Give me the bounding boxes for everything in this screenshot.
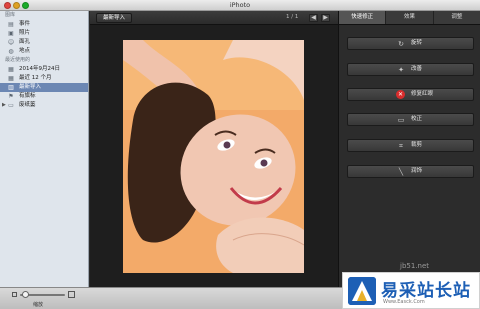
recent-heading: 最近使用的 xyxy=(5,57,31,63)
calendar-icon: ▦ xyxy=(8,75,14,82)
sidebar-item-label: 最近 12 个月 xyxy=(19,75,52,81)
tab-adjust[interactable]: 调整 xyxy=(434,11,480,24)
crop-button[interactable]: ⌗ 裁剪 xyxy=(347,139,474,152)
sidebar: 图库 ▤ 事件 ▣ 照片 ☺ 面孔 ◍ 地点 最近使用的 ▦ 2014年9月24… xyxy=(0,11,89,287)
trash-icon: ▭ xyxy=(8,102,14,109)
import-icon: ▥ xyxy=(8,84,14,91)
viewer-toolbar: 最新导入 1 / 1 ◀ ▶ xyxy=(90,11,338,25)
straighten-icon: ▭ xyxy=(397,116,405,124)
watermark-name: 易采站长站 xyxy=(381,281,471,301)
edit-panel: 快速修正 效果 调整 ↻ 旋转 ✦ 改善 ✕ 修复红眼 ▭ 校正 ⌗ 裁剪 ╲ … xyxy=(338,11,480,287)
site-watermark: jb51.net xyxy=(400,262,430,270)
retouch-icon: ╲ xyxy=(398,168,404,176)
events-icon: ▤ xyxy=(8,21,14,28)
zoom-slider-handle[interactable] xyxy=(21,291,29,298)
sidebar-item-label: 事件 xyxy=(19,21,31,27)
sidebar-item-label: 地点 xyxy=(19,48,31,54)
enhance-icon: ✦ xyxy=(398,66,404,74)
tool-label: 改善 xyxy=(411,66,423,72)
sidebar-item-faces[interactable]: ☺ 面孔 xyxy=(0,38,88,47)
sidebar-item-last-import[interactable]: ▥ 最新导入 xyxy=(0,83,88,92)
title-bar: iPhoto xyxy=(0,0,480,11)
sidebar-item-flagged[interactable]: ⚑ 有旗标 xyxy=(0,92,88,101)
sidebar-item-events[interactable]: ▤ 事件 xyxy=(0,20,88,29)
tab-effects[interactable]: 效果 xyxy=(386,11,434,24)
red-eye-button[interactable]: ✕ 修复红眼 xyxy=(347,88,474,101)
retouch-button[interactable]: ╲ 润饰 xyxy=(347,165,474,178)
tool-label: 校正 xyxy=(411,116,423,122)
photo-viewer: 最新导入 1 / 1 ◀ ▶ xyxy=(90,11,338,287)
window-title: iPhoto xyxy=(229,1,251,9)
tool-label: 裁剪 xyxy=(411,142,423,148)
red-eye-icon: ✕ xyxy=(396,90,405,99)
edit-tabs: 快速修正 效果 调整 xyxy=(339,11,480,25)
sidebar-item-last-12-months[interactable]: ▦ 最近 12 个月 xyxy=(0,74,88,83)
sidebar-item-label: 有旗标 xyxy=(19,93,36,99)
previous-photo-button[interactable]: ◀ xyxy=(309,14,318,22)
photos-icon: ▣ xyxy=(8,30,14,37)
straighten-button[interactable]: ▭ 校正 xyxy=(347,113,474,126)
easck-logo-icon xyxy=(348,277,376,305)
portrait-image xyxy=(123,40,304,273)
next-photo-button[interactable]: ▶ xyxy=(321,14,330,22)
tab-quick-fixes[interactable]: 快速修正 xyxy=(339,11,387,24)
flag-icon: ⚑ xyxy=(8,93,14,100)
zoom-in-icon xyxy=(68,291,75,298)
page-counter: 1 / 1 xyxy=(286,14,299,20)
sidebar-item-date[interactable]: ▦ 2014年9月24日 xyxy=(0,65,88,74)
zoom-out-icon xyxy=(12,292,17,297)
disclosure-triangle-icon[interactable]: ▶ xyxy=(2,101,6,110)
last-import-button[interactable]: 最新导入 xyxy=(96,13,133,23)
tool-label: 润饰 xyxy=(411,168,423,174)
sidebar-item-label: 照片 xyxy=(19,30,31,36)
places-icon: ◍ xyxy=(8,48,14,55)
photo[interactable] xyxy=(123,40,304,273)
tool-label: 修复红眼 xyxy=(411,91,434,97)
zoom-label: 缩放 xyxy=(33,302,44,308)
watermark-url: Www.Easck.Com xyxy=(383,299,425,305)
rotate-icon: ↻ xyxy=(398,40,404,48)
watermark-badge: 易采站长站 Www.Easck.Com xyxy=(342,272,480,309)
sidebar-item-label: 2014年9月24日 xyxy=(19,66,60,72)
rotate-button[interactable]: ↻ 旋转 xyxy=(347,37,474,50)
crop-icon: ⌗ xyxy=(399,142,403,150)
enhance-button[interactable]: ✦ 改善 xyxy=(347,63,474,76)
tool-label: 旋转 xyxy=(411,40,423,46)
sidebar-item-label: 面孔 xyxy=(19,39,31,45)
sidebar-item-label: 最新导入 xyxy=(19,84,42,90)
calendar-icon: ▦ xyxy=(8,66,14,73)
faces-icon: ☺ xyxy=(7,39,15,46)
sidebar-item-photos[interactable]: ▣ 照片 xyxy=(0,29,88,38)
sidebar-item-trash[interactable]: ▶ ▭ 废纸篓 xyxy=(0,101,88,110)
library-heading: 图库 xyxy=(5,12,16,18)
sidebar-item-label: 废纸篓 xyxy=(19,102,36,108)
sidebar-item-places[interactable]: ◍ 地点 xyxy=(0,47,88,56)
